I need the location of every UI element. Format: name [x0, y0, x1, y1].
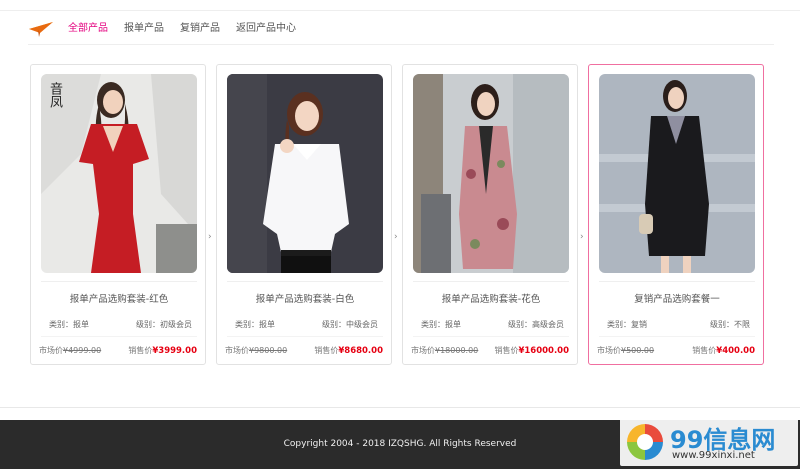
level-value: 高级会员	[532, 320, 564, 329]
market-price-label: 市场价	[597, 346, 621, 355]
card-divider	[227, 281, 383, 282]
card-divider	[413, 281, 569, 282]
product-photo[interactable]	[227, 74, 383, 273]
level-label: 级别：	[710, 320, 734, 329]
photo-caption: 音凤	[47, 82, 62, 108]
category-value: 报单	[73, 320, 89, 329]
category-info: 类别：复销	[607, 319, 647, 330]
sale-price-value: ¥3999.00	[152, 346, 197, 356]
card-divider	[599, 281, 755, 282]
sale-price-label: 销售价	[314, 346, 339, 355]
market-price-label: 市场价	[225, 346, 249, 355]
sale-price-value: ¥8680.00	[338, 346, 383, 356]
card-divider-2	[413, 336, 569, 337]
card-divider	[41, 281, 197, 282]
level-info: 级别：中级会员	[322, 319, 378, 330]
market-price: 市场价¥9800.00	[225, 345, 287, 356]
category-value: 报单	[445, 320, 461, 329]
footer-divider	[0, 407, 800, 408]
category-value: 复销	[631, 320, 647, 329]
category-label: 类别：	[607, 320, 631, 329]
product-card[interactable]: 报单产品选购套装-花色 类别：报单 级别：高级会员 市场价¥18000.00 销…	[402, 64, 578, 365]
watermark-url: www.99xinxi.net	[672, 450, 755, 461]
level-label: 级别：	[508, 320, 532, 329]
product-card[interactable]: 报单产品选购套装-白色 类别：报单 级别：中级会员 市场价¥9800.00 销售…	[216, 64, 392, 365]
level-value: 初级会员	[160, 320, 192, 329]
sale-price-label: 销售价	[128, 346, 153, 355]
category-value: 报单	[259, 320, 275, 329]
market-price-value: ¥18000.00	[435, 346, 479, 355]
sale-price-label: 销售价	[692, 346, 717, 355]
product-title[interactable]: 报单产品选购套装-花色	[403, 291, 579, 305]
category-label: 类别：	[235, 320, 259, 329]
market-price-value: ¥9800.00	[249, 346, 288, 355]
market-price: 市场价¥500.00	[597, 345, 654, 356]
product-nav: 全部产品 报单产品 复销产品 返回产品中心	[28, 18, 312, 40]
sale-price-label: 销售价	[494, 346, 519, 355]
product-card[interactable]: 复销产品选购套餐一 类别：复销 级别：不限 市场价¥500.00 销售价¥400…	[588, 64, 764, 365]
level-info: 级别：不限	[710, 319, 750, 330]
market-price-value: ¥500.00	[621, 346, 655, 355]
watermark: 99信息网 www.99xinxi.net	[620, 418, 798, 466]
product-title[interactable]: 复销产品选购套餐一	[589, 291, 765, 305]
category-info: 类别：报单	[421, 319, 461, 330]
product-list: 音凤 报单产品选购套装-红色 类别：报单 级别：初级会员 市场价¥4999.00…	[30, 64, 766, 366]
chevron-right-icon: ›	[208, 232, 212, 242]
product-title[interactable]: 报单产品选购套装-红色	[31, 291, 207, 305]
nav-divider	[28, 44, 774, 45]
product-title[interactable]: 报单产品选购套装-白色	[217, 291, 393, 305]
chevron-right-icon: ›	[394, 232, 398, 242]
level-label: 级别：	[136, 320, 160, 329]
level-info: 级别：高级会员	[508, 319, 564, 330]
tab-all-products[interactable]: 全部产品	[68, 19, 108, 39]
sale-price: 销售价¥400.00	[692, 345, 755, 356]
tab-back-to-product-center[interactable]: 返回产品中心	[236, 19, 296, 39]
level-label: 级别：	[322, 320, 346, 329]
watermark-logo-icon	[627, 424, 663, 460]
paper-plane-logo-icon[interactable]	[28, 19, 54, 39]
top-divider	[0, 10, 800, 11]
product-photo[interactable]	[599, 74, 755, 273]
sale-price: 销售价¥3999.00	[128, 345, 197, 356]
product-photo[interactable]: 音凤	[41, 74, 197, 273]
chevron-right-icon: ›	[580, 232, 584, 242]
category-label: 类别：	[421, 320, 445, 329]
category-info: 类别：报单	[235, 319, 275, 330]
card-divider-2	[599, 336, 755, 337]
market-price: 市场价¥18000.00	[411, 345, 478, 356]
sale-price-value: ¥400.00	[716, 346, 755, 356]
level-info: 级别：初级会员	[136, 319, 192, 330]
sale-price-value: ¥16000.00	[518, 346, 569, 356]
market-price-value: ¥4999.00	[63, 346, 102, 355]
market-price-label: 市场价	[411, 346, 435, 355]
card-divider-2	[227, 336, 383, 337]
product-card[interactable]: 音凤 报单产品选购套装-红色 类别：报单 级别：初级会员 市场价¥4999.00…	[30, 64, 206, 365]
sale-price: 销售价¥8680.00	[314, 345, 383, 356]
product-photo[interactable]	[413, 74, 569, 273]
level-value: 不限	[734, 320, 750, 329]
market-price-label: 市场价	[39, 346, 63, 355]
tab-resale-products[interactable]: 复销产品	[180, 19, 220, 39]
tab-order-products[interactable]: 报单产品	[124, 19, 164, 39]
level-value: 中级会员	[346, 320, 378, 329]
sale-price: 销售价¥16000.00	[494, 345, 569, 356]
category-label: 类别：	[49, 320, 73, 329]
card-divider-2	[41, 336, 197, 337]
category-info: 类别：报单	[49, 319, 89, 330]
market-price: 市场价¥4999.00	[39, 345, 101, 356]
